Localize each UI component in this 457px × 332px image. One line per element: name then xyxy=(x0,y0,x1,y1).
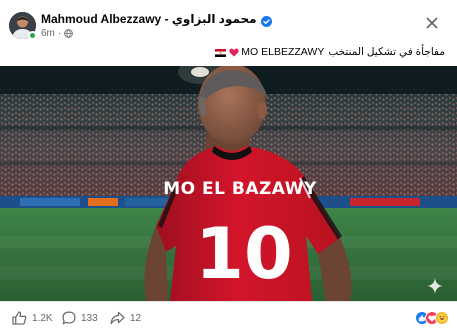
comment-count: 133 xyxy=(81,312,98,324)
share-button[interactable]: 12 xyxy=(110,310,141,326)
jersey-name: MO EL BAZAWY xyxy=(163,179,317,199)
thumbs-up-icon xyxy=(12,311,27,325)
share-count: 12 xyxy=(130,312,142,324)
caption-name: MO ELBEZZAWY xyxy=(241,46,325,58)
heart-icon xyxy=(229,48,239,57)
online-status-dot xyxy=(28,31,37,40)
egypt-flag-icon xyxy=(215,48,227,57)
jersey-number: 10 xyxy=(195,213,292,295)
post-meta: 6m · xyxy=(41,27,74,40)
caption-text: مفاجأة في تشكيل المنتخب xyxy=(328,46,445,58)
close-button[interactable] xyxy=(420,11,444,35)
ai-sparkle-icon xyxy=(427,278,443,299)
meta-separator: · xyxy=(57,28,62,39)
haha-icon xyxy=(435,311,449,325)
post-caption: MO ELBEZZAWY مفاجأة في تشكيل المنتخب xyxy=(213,44,445,60)
author-row: Mahmoud Albezzawy - محمود البزاوي xyxy=(41,11,272,27)
like-count: 1.2K xyxy=(32,312,53,324)
verified-badge-icon xyxy=(260,14,272,27)
post-time[interactable]: 6m xyxy=(41,28,55,39)
share-icon xyxy=(110,311,125,325)
post-photo[interactable]: MO EL BAZAWY 10 xyxy=(0,66,457,301)
close-icon xyxy=(426,17,438,29)
globe-icon xyxy=(64,29,74,38)
reactions-summary[interactable] xyxy=(415,310,449,326)
comment-button[interactable]: 133 xyxy=(62,310,98,326)
post-header: Mahmoud Albezzawy - محمود البزاوي 6m · M… xyxy=(0,0,457,62)
comment-icon xyxy=(62,311,76,325)
author-name[interactable]: Mahmoud Albezzawy - محمود البزاوي xyxy=(41,12,257,26)
post-actions-bar: 1.2K 133 12 xyxy=(0,301,457,332)
like-button[interactable]: 1.2K xyxy=(12,310,53,326)
